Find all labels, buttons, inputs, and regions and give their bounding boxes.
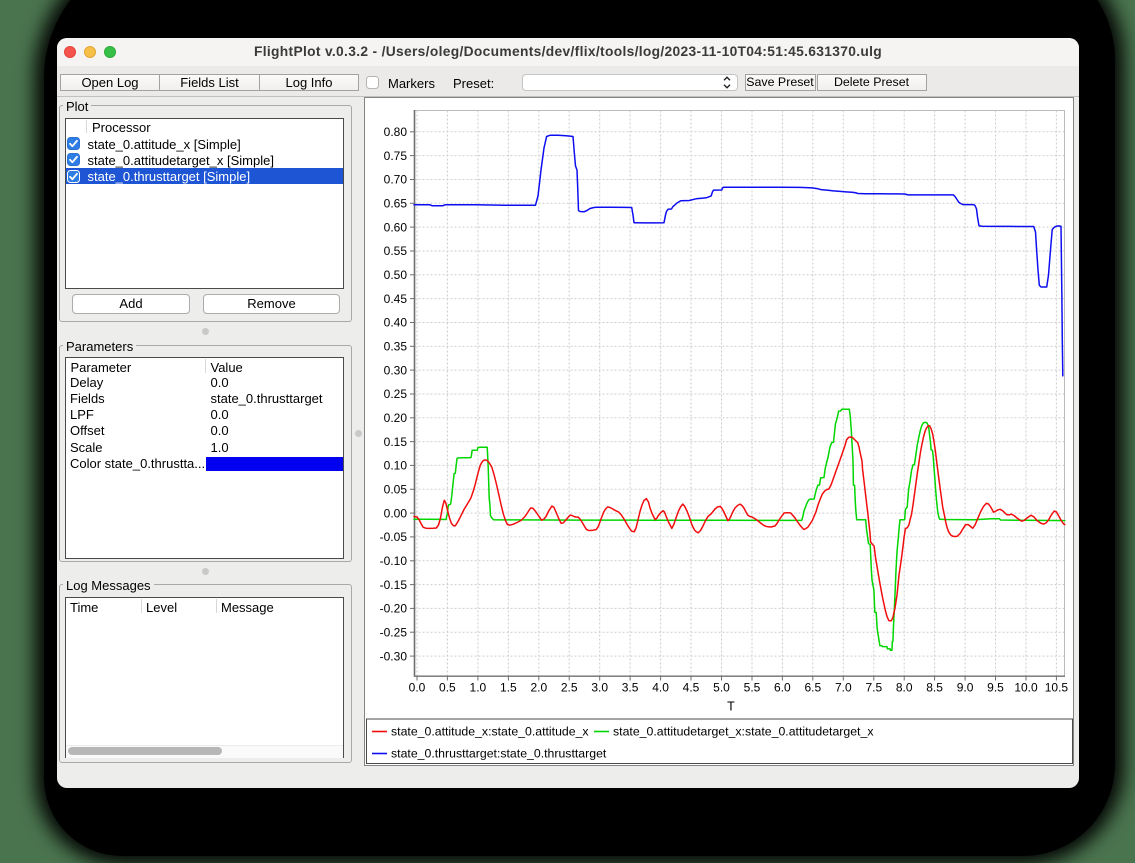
svg-text:3.5: 3.5 <box>622 681 639 695</box>
svg-text:-0.25: -0.25 <box>380 626 408 640</box>
svg-text:0.55: 0.55 <box>384 244 408 258</box>
svg-text:0.00: 0.00 <box>384 506 408 520</box>
svg-text:0.80: 0.80 <box>384 125 408 139</box>
svg-text:0.10: 0.10 <box>384 459 408 473</box>
svg-text:0.45: 0.45 <box>384 292 408 306</box>
svg-text:0.20: 0.20 <box>384 411 408 425</box>
svg-text:0.60: 0.60 <box>384 220 408 234</box>
svg-text:-0.30: -0.30 <box>380 649 408 663</box>
svg-text:0.70: 0.70 <box>384 173 408 187</box>
svg-text:5.5: 5.5 <box>744 681 761 695</box>
svg-text:0.35: 0.35 <box>384 340 408 354</box>
svg-text:1.0: 1.0 <box>470 681 487 695</box>
svg-text:8.5: 8.5 <box>926 681 943 695</box>
svg-text:T: T <box>727 700 735 714</box>
svg-text:0.15: 0.15 <box>384 435 408 449</box>
svg-text:3.0: 3.0 <box>591 681 608 695</box>
svg-text:-0.15: -0.15 <box>380 578 408 592</box>
svg-text:-0.05: -0.05 <box>380 530 408 544</box>
svg-text:0.5: 0.5 <box>439 681 456 695</box>
svg-text:-0.20: -0.20 <box>380 602 408 616</box>
svg-text:9.0: 9.0 <box>957 681 974 695</box>
svg-text:-0.10: -0.10 <box>380 554 408 568</box>
svg-text:0.50: 0.50 <box>384 268 408 282</box>
svg-text:4.5: 4.5 <box>683 681 700 695</box>
svg-text:7.0: 7.0 <box>835 681 852 695</box>
svg-text:0.30: 0.30 <box>384 363 408 377</box>
svg-text:10.0: 10.0 <box>1014 681 1038 695</box>
svg-text:8.0: 8.0 <box>896 681 913 695</box>
svg-text:2.0: 2.0 <box>530 681 547 695</box>
svg-text:9.5: 9.5 <box>987 681 1004 695</box>
svg-text:0.65: 0.65 <box>384 197 408 211</box>
svg-text:4.0: 4.0 <box>652 681 669 695</box>
svg-text:state_0.attitude_x:state_0.att: state_0.attitude_x:state_0.attitude_x <box>391 725 589 739</box>
svg-text:5.0: 5.0 <box>713 681 730 695</box>
svg-text:6.5: 6.5 <box>804 681 821 695</box>
svg-text:10.5: 10.5 <box>1045 681 1069 695</box>
svg-text:7.5: 7.5 <box>865 681 882 695</box>
svg-text:0.75: 0.75 <box>384 149 408 163</box>
svg-text:0.0: 0.0 <box>409 681 426 695</box>
svg-text:0.40: 0.40 <box>384 316 408 330</box>
svg-text:0.25: 0.25 <box>384 387 408 401</box>
svg-text:1.5: 1.5 <box>500 681 517 695</box>
svg-text:2.5: 2.5 <box>561 681 578 695</box>
svg-text:6.0: 6.0 <box>774 681 791 695</box>
svg-text:state_0.attitudetarget_x:state: state_0.attitudetarget_x:state_0.attitud… <box>613 725 874 739</box>
svg-text:0.05: 0.05 <box>384 483 408 497</box>
svg-text:state_0.thrusttarget:state_0.t: state_0.thrusttarget:state_0.thrusttarge… <box>391 747 607 761</box>
